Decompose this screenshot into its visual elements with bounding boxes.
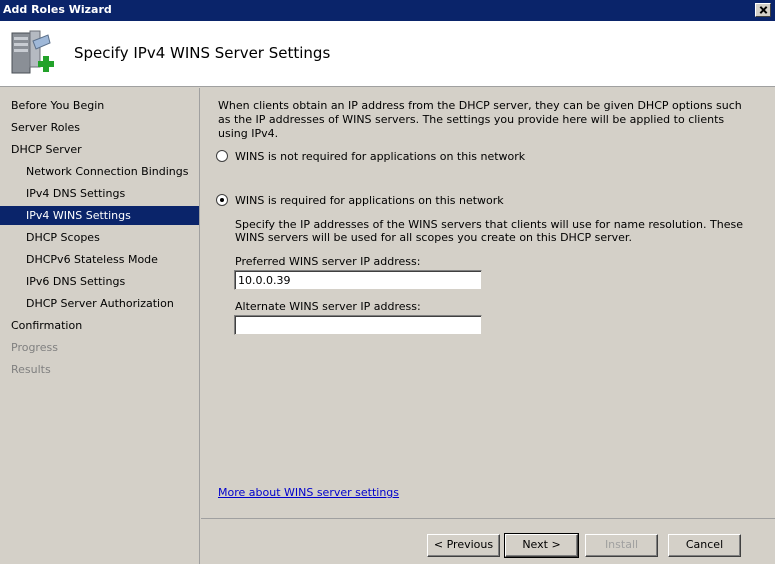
helper-text: Specify the IP addresses of the WINS ser…	[235, 218, 743, 244]
install-button: Install	[585, 534, 658, 557]
nav-progress: Progress	[11, 341, 58, 354]
option-wins-not-required[interactable]: WINS is not required for applications on…	[216, 149, 536, 165]
radio-not-required[interactable]	[216, 150, 228, 162]
intro-text: When clients obtain an IP address from t…	[218, 99, 742, 140]
close-icon[interactable]	[755, 3, 771, 17]
nav-before-you-begin[interactable]: Before You Begin	[0, 96, 199, 115]
button-bar: < Previous Next > Install Cancel	[201, 518, 775, 564]
radio-label-required: WINS is required for applications on thi…	[235, 194, 504, 207]
radio-required[interactable]	[216, 194, 228, 206]
option-wins-required[interactable]: WINS is required for applications on thi…	[216, 193, 536, 209]
nav-server-roles[interactable]: Server Roles	[0, 118, 199, 137]
previous-button[interactable]: < Previous	[427, 534, 500, 557]
page-title: Specify IPv4 WINS Server Settings	[74, 44, 331, 62]
nav-ipv6-dns-settings[interactable]: IPv6 DNS Settings	[0, 272, 199, 291]
alternate-wins-input[interactable]	[234, 315, 482, 335]
nav-dhcp-server-authorization[interactable]: DHCP Server Authorization	[0, 294, 199, 313]
next-button[interactable]: Next >	[504, 533, 579, 558]
wizard-header: Specify IPv4 WINS Server Settings	[0, 21, 775, 87]
nav-dhcp-server[interactable]: DHCP Server	[0, 140, 199, 159]
preferred-wins-input[interactable]	[234, 270, 482, 290]
radio-label-not-required: WINS is not required for applications on…	[235, 150, 526, 163]
nav-results: Results	[11, 363, 51, 376]
nav-ipv4-wins-settings[interactable]: IPv4 WINS Settings	[0, 206, 199, 225]
nav-dhcpv6-stateless-mode[interactable]: DHCPv6 Stateless Mode	[0, 250, 199, 269]
wizard-steps: Before You Begin Server Roles DHCP Serve…	[0, 88, 200, 564]
nav-network-connection-bindings[interactable]: Network Connection Bindings	[0, 162, 199, 181]
nav-dhcp-scopes[interactable]: DHCP Scopes	[0, 228, 199, 247]
alternate-wins-label: Alternate WINS server IP address:	[235, 300, 421, 313]
radio-selected-dot	[220, 198, 224, 202]
window-title: Add Roles Wizard	[3, 3, 112, 16]
wizard-content: When clients obtain an IP address from t…	[201, 88, 775, 518]
title-bar: Add Roles Wizard	[0, 0, 775, 21]
nav-ipv4-dns-settings[interactable]: IPv4 DNS Settings	[0, 184, 199, 203]
preferred-wins-label: Preferred WINS server IP address:	[235, 255, 421, 268]
server-add-icon	[11, 30, 54, 74]
cancel-button[interactable]: Cancel	[668, 534, 741, 557]
nav-confirmation[interactable]: Confirmation	[0, 316, 199, 335]
more-about-wins-link[interactable]: More about WINS server settings	[218, 486, 399, 499]
